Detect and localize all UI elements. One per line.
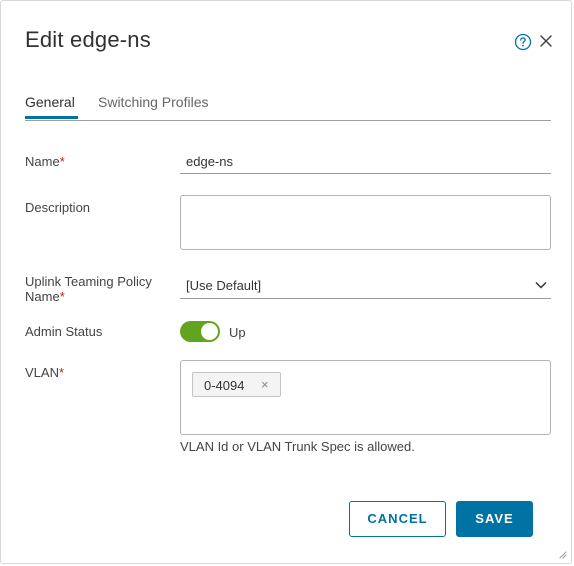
uplink-teaming-policy-label: Uplink Teaming Policy Name* (25, 274, 152, 304)
close-icon[interactable] (539, 34, 553, 48)
vlan-label-text: VLAN (25, 365, 59, 380)
uplink-teaming-policy-select[interactable]: [Use Default] (180, 274, 551, 299)
toggle-knob (201, 323, 218, 340)
vlan-chip: 0-4094 × (192, 372, 281, 397)
vlan-input[interactable]: 0-4094 × (180, 360, 551, 435)
admin-status-toggle[interactable] (180, 321, 220, 342)
description-textarea[interactable] (180, 195, 551, 250)
admin-status-value: Up (229, 325, 246, 340)
chip-remove-icon[interactable]: × (261, 377, 269, 392)
uplink-label-line2: Name (25, 289, 60, 304)
admin-status-label: Admin Status (25, 324, 103, 339)
required-mark: * (58, 365, 65, 380)
vlan-helper-text: VLAN Id or VLAN Trunk Spec is allowed. (180, 439, 415, 454)
description-label: Description (25, 200, 91, 215)
name-input[interactable] (180, 150, 551, 174)
help-icon[interactable] (514, 33, 532, 51)
resize-handle-icon[interactable] (557, 549, 567, 559)
save-button[interactable]: SAVE (456, 501, 533, 537)
uplink-label-line1: Uplink Teaming Policy (25, 274, 152, 289)
name-label-text: Name (25, 154, 60, 169)
required-mark: * (59, 289, 65, 304)
uplink-selected-value: [Use Default] (186, 278, 262, 293)
edit-dialog: Edit edge-ns General Switching Profiles … (0, 0, 572, 564)
vlan-label: VLAN* (25, 365, 64, 380)
chevron-down-icon (535, 281, 547, 289)
dialog-title: Edit edge-ns (25, 27, 151, 52)
tab-switching-profiles[interactable]: Switching Profiles (98, 94, 209, 119)
name-label: Name* (25, 154, 65, 169)
required-mark: * (59, 154, 65, 169)
tab-general[interactable]: General (25, 94, 78, 119)
cancel-button[interactable]: CANCEL (349, 501, 446, 537)
vlan-chip-text: 0-4094 (204, 378, 245, 393)
tab-bar: General Switching Profiles (25, 89, 551, 121)
